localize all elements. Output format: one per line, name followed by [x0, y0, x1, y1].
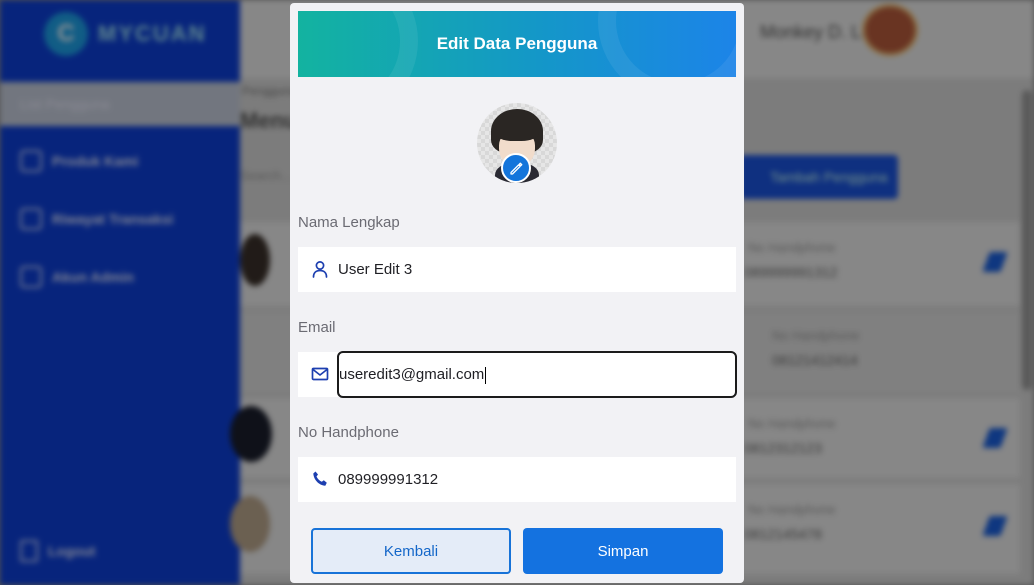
- email-label: Email: [298, 319, 336, 336]
- phone-icon: [313, 471, 327, 486]
- pencil-icon: [510, 162, 523, 175]
- modal-header: Edit Data Pengguna: [298, 11, 736, 77]
- modal-title: Edit Data Pengguna: [436, 34, 598, 53]
- full-name-field[interactable]: User Edit 3: [298, 247, 736, 292]
- email-field[interactable]: useredit3@gmail.com: [298, 351, 737, 398]
- header-decoration: [598, 11, 736, 77]
- back-button[interactable]: Kembali: [311, 528, 511, 574]
- phone-value: 089999991312: [338, 471, 439, 488]
- full-name-value: User Edit 3: [338, 261, 413, 278]
- save-button[interactable]: Simpan: [523, 528, 723, 574]
- email-text: useredit3@gmail.com: [339, 366, 485, 383]
- user-icon: [312, 261, 328, 278]
- avatar-fringe: [495, 121, 539, 141]
- header-decoration: [298, 11, 418, 77]
- profile-photo[interactable]: [477, 103, 557, 183]
- phone-label: No Handphone: [298, 424, 399, 441]
- text-caret: [485, 366, 487, 384]
- mail-icon: [311, 367, 329, 381]
- name-label: Nama Lengkap: [298, 214, 400, 231]
- edit-photo-button[interactable]: [501, 153, 531, 183]
- phone-field[interactable]: 089999991312: [298, 457, 736, 502]
- edit-user-modal: Edit Data Pengguna Nama Lengkap User Edi…: [290, 3, 744, 583]
- email-value: useredit3@gmail.com: [339, 366, 487, 384]
